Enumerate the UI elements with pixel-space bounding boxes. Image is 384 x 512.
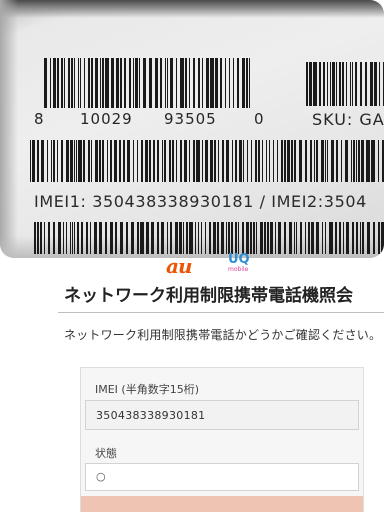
page-title: ネットワーク利用制限携帯電話機照会 [64,286,353,306]
au-logo: au [166,254,192,278]
imei-field-label: IMEI (半角数字15桁) [95,383,200,396]
page-description: ネットワーク利用制限携帯電話かどうかご確認ください。 [64,328,382,342]
status-field-label: 状態 [95,447,117,460]
upc-barcode-main [44,58,250,108]
sku-barcode [306,62,384,106]
barcode-digit-group-1: 10029 [80,110,133,128]
imei-barcode-2 [34,222,384,254]
uq-logo-sub: mobile [228,266,249,273]
carrier-logos: au UQ mobile [166,252,266,278]
imei-input[interactable]: 350438338930181 [85,400,359,430]
imei-text-line: IMEI1: 350438338930181 / IMEI2:3504 [34,192,367,211]
imei-barcode-1 [30,140,384,182]
barcode-digit-group-2: 93505 [164,110,217,128]
submit-button[interactable] [81,496,363,512]
sku-text: SKU: GA [312,110,384,129]
label-photo: 8 10029 93505 0 SKU: GA IMEI1: 350438338… [0,0,384,258]
status-value: ○ [85,463,359,491]
imei-check-form: IMEI (半角数字15桁) 350438338930181 状態 ○ [80,367,364,512]
title-divider [58,312,384,313]
barcode-digit-check: 0 [254,110,265,128]
uq-logo: UQ [228,252,250,267]
barcode-digit-leading: 8 [34,110,45,128]
